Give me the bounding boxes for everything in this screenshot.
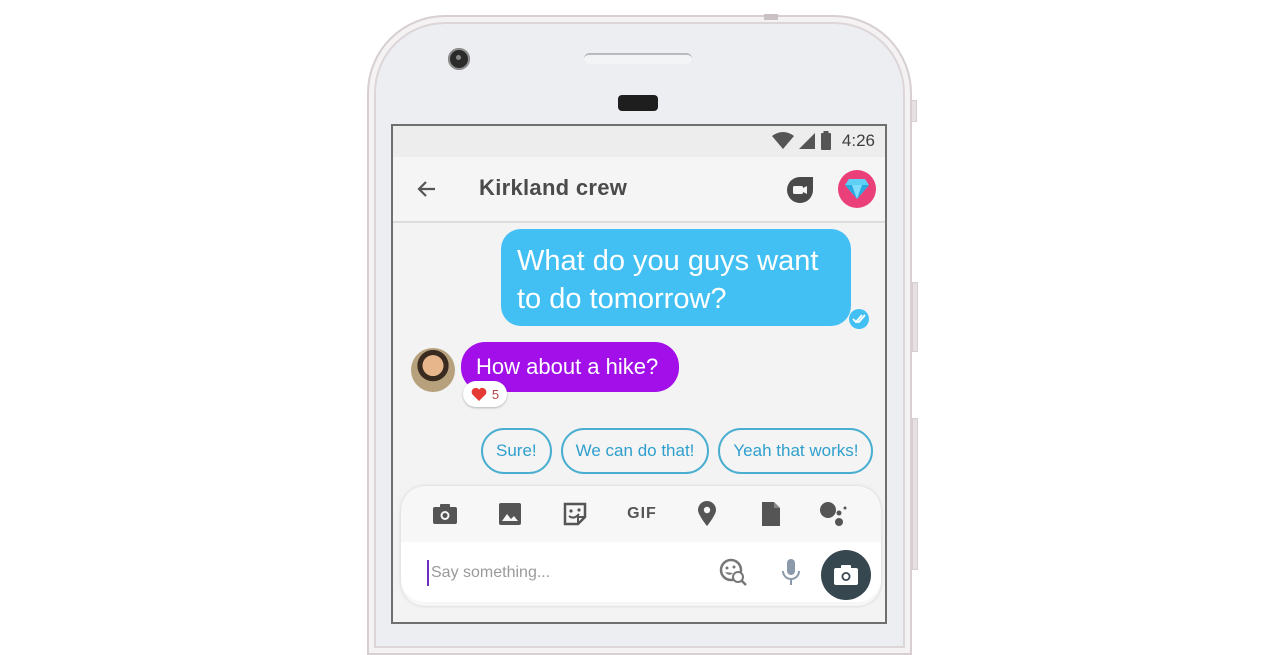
group-avatar-button[interactable] [838, 170, 876, 208]
earpiece-speaker [584, 53, 692, 64]
heart-icon [471, 387, 487, 401]
composer: GIF [401, 486, 881, 606]
smart-reply-chip[interactable]: Sure! [481, 428, 552, 474]
battery-icon [820, 131, 831, 150]
image-icon [499, 503, 521, 525]
microphone-icon [782, 559, 800, 585]
camera-icon [433, 504, 457, 524]
signal-icon [798, 133, 815, 149]
diamond-icon [845, 179, 869, 199]
composer-toolbar: GIF [401, 486, 881, 542]
duo-video-icon [787, 177, 813, 203]
smart-reply-chip[interactable]: Yeah that works! [718, 428, 874, 474]
input-row [401, 542, 881, 602]
voice-input-button[interactable] [779, 558, 803, 586]
file-icon [762, 502, 780, 526]
phone-volume-button [912, 418, 918, 570]
location-tool-button[interactable] [693, 500, 721, 528]
message-text-line: to do tomorrow? [517, 283, 727, 315]
sticker-search-icon [719, 558, 747, 586]
status-bar: 4:26 [393, 126, 885, 157]
assistant-tool-button[interactable] [819, 500, 847, 528]
file-tool-button[interactable] [757, 500, 785, 528]
camera-tool-button[interactable] [431, 500, 459, 528]
read-receipt-icon [849, 309, 869, 329]
sticker-search-button[interactable] [719, 558, 747, 586]
location-icon [698, 501, 716, 526]
reaction-badge[interactable]: 5 [463, 381, 507, 407]
phone-side-button [911, 100, 917, 122]
message-input[interactable] [427, 560, 733, 586]
smart-replies: Sure! We can do that! Yeah that works! [481, 428, 874, 474]
message-outgoing[interactable]: What do you guys want to do tomorrow? [501, 229, 851, 326]
sticker-tool-button[interactable] [561, 500, 589, 528]
wifi-icon [771, 132, 794, 149]
proximity-sensor [618, 95, 658, 111]
camera-icon [834, 565, 858, 585]
conversation-title: Kirkland crew [479, 175, 628, 200]
arrow-left-icon [417, 181, 435, 197]
reaction-count: 5 [491, 386, 500, 402]
screen: 4:26 Kirkland crew What do you guys want… [391, 124, 887, 624]
phone-power-button [912, 282, 918, 352]
camera-send-button[interactable] [821, 550, 871, 600]
gallery-tool-button[interactable] [496, 500, 524, 528]
sticker-icon [563, 502, 587, 526]
sender-avatar[interactable] [411, 348, 455, 392]
assistant-icon [820, 502, 847, 526]
video-call-button[interactable] [786, 176, 814, 204]
gif-tool-button[interactable]: GIF [625, 500, 659, 528]
status-time: 4:26 [841, 131, 875, 150]
phone-top-button [764, 14, 778, 20]
message-text-line: What do you guys want [517, 245, 819, 277]
app-bar: Kirkland crew [393, 157, 885, 223]
front-camera [448, 48, 470, 70]
smart-reply-chip[interactable]: We can do that! [560, 428, 710, 474]
back-button[interactable] [415, 177, 439, 201]
